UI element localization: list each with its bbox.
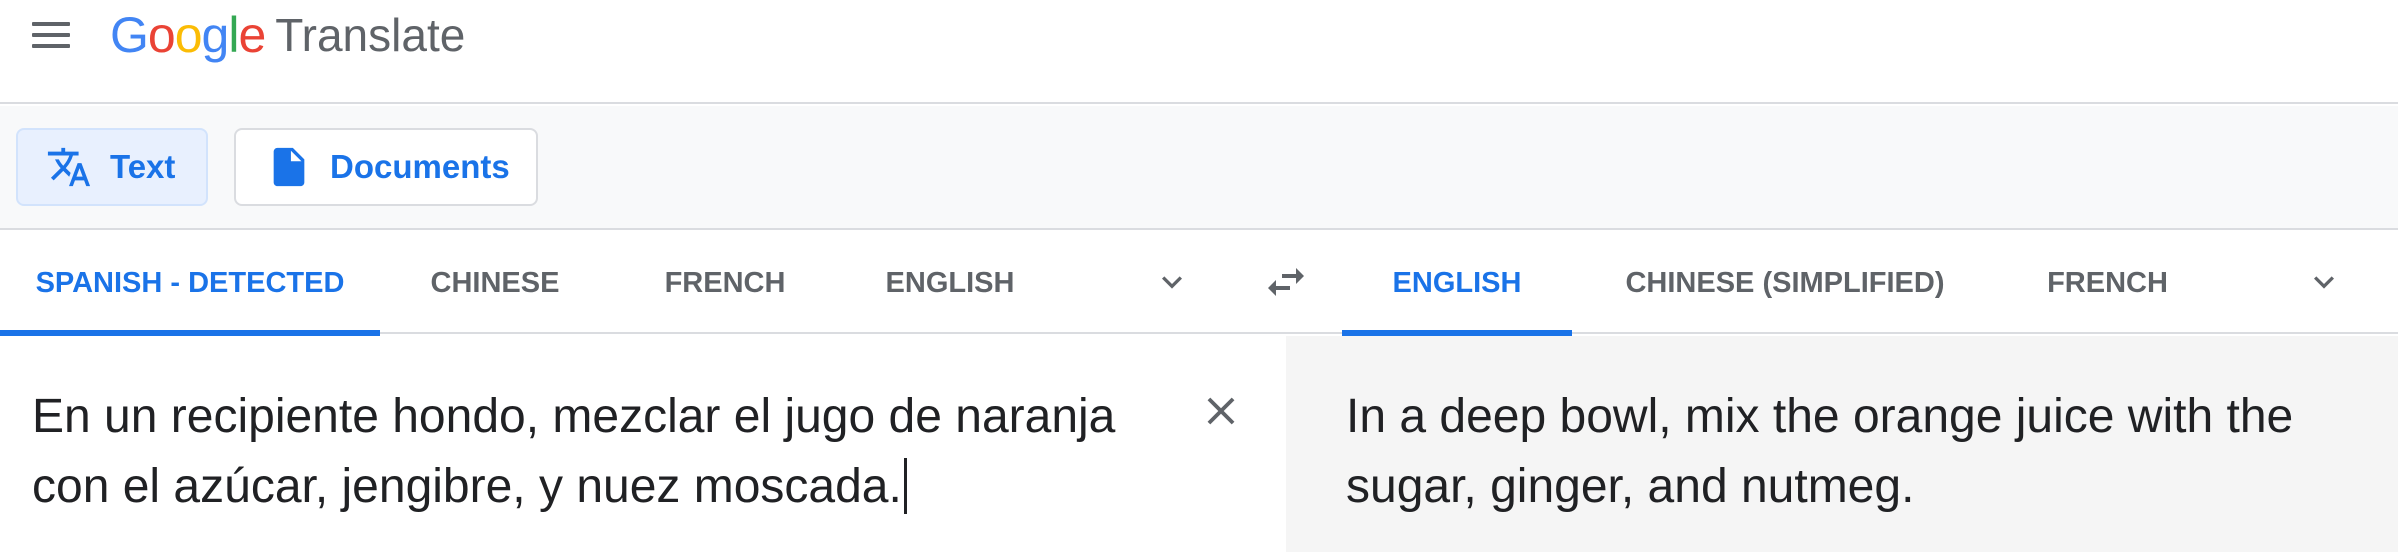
logo-letter: e xyxy=(238,7,266,63)
hamburger-menu-icon[interactable] xyxy=(28,18,74,52)
logo-letter: g xyxy=(201,7,230,63)
text-cursor xyxy=(903,458,907,514)
text-mode-button[interactable]: Text xyxy=(16,128,208,206)
language-bar: SPANISH - DETECTED CHINESE FRENCH ENGLIS… xyxy=(0,232,2398,336)
logo-letter: l xyxy=(228,7,239,63)
text-mode-label: Text xyxy=(110,148,176,185)
documents-mode-label: Documents xyxy=(330,148,510,185)
target-lang-tab-french[interactable]: FRENCH xyxy=(2000,232,2215,334)
product-name: Translate xyxy=(275,9,466,61)
google-logo: Google xyxy=(110,6,266,64)
close-icon[interactable] xyxy=(1198,388,1244,434)
source-lang-tab-english[interactable]: ENGLISH xyxy=(850,232,1050,334)
target-lang-tab-chinese-simplified[interactable]: CHINESE (SIMPLIFIED) xyxy=(1600,232,1970,334)
document-icon xyxy=(266,144,312,190)
logo-letter: o xyxy=(147,7,176,63)
source-lang-tab-chinese[interactable]: CHINESE xyxy=(400,232,590,334)
source-text-pane[interactable]: En un recipiente hondo, mezclar el jugo … xyxy=(0,336,1286,552)
source-lang-tab-spanish-detected[interactable]: SPANISH - DETECTED xyxy=(0,232,380,336)
source-text-value: En un recipiente hondo, mezclar el jugo … xyxy=(32,390,1116,513)
chevron-down-icon[interactable] xyxy=(2304,262,2344,302)
source-text-input[interactable]: En un recipiente hondo, mezclar el jugo … xyxy=(32,382,1192,522)
chevron-down-icon[interactable] xyxy=(1152,262,1192,302)
translation-output-pane: In a deep bowl, mix the orange juice wit… xyxy=(1286,336,2398,552)
swap-languages-icon[interactable] xyxy=(1262,262,1310,302)
app-header: Google Translate xyxy=(0,0,2398,104)
translate-icon xyxy=(46,144,92,190)
translation-output-text: In a deep bowl, mix the orange juice wit… xyxy=(1346,390,2294,513)
target-lang-tab-english[interactable]: ENGLISH xyxy=(1342,232,1572,336)
logo-letter: G xyxy=(110,7,149,63)
documents-mode-button[interactable]: Documents xyxy=(234,128,538,206)
source-lang-tab-french[interactable]: FRENCH xyxy=(620,232,830,334)
brand[interactable]: Google Translate xyxy=(110,2,465,68)
logo-letter: o xyxy=(174,7,203,63)
mode-bar: Text Documents xyxy=(0,106,2398,230)
